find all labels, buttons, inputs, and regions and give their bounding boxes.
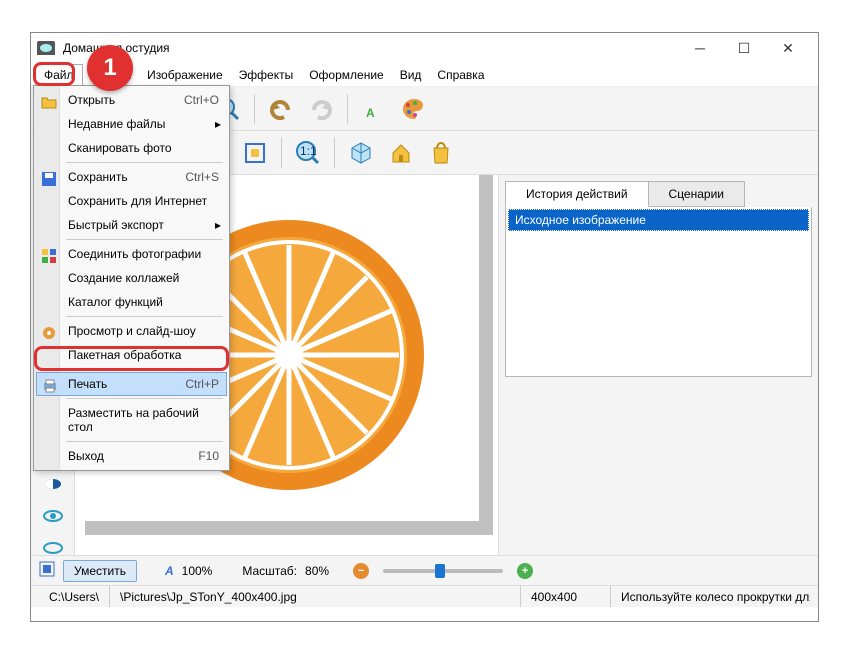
scale-value: 80% <box>305 564 329 578</box>
fit-button[interactable]: Уместить <box>63 560 137 582</box>
status-dimensions: 400x400 <box>520 586 610 607</box>
menu-join[interactable]: Соединить фотографии <box>36 242 227 266</box>
menu-print[interactable]: ПечатьCtrl+P <box>36 372 227 396</box>
menu-slideshow[interactable]: Просмотр и слайд-шоу <box>36 319 227 343</box>
annotation-badge-1: 1 <box>87 45 133 91</box>
statusbar-zoom: Уместить A 100% Масштаб: 80% − + <box>31 555 818 585</box>
cube-button[interactable] <box>343 135 379 171</box>
menu-batch[interactable]: Пакетная обработка <box>36 343 227 367</box>
grid-icon <box>40 247 58 265</box>
menu-catalog[interactable]: Каталог функций <box>36 290 227 314</box>
statusbar-info: C:\Users\ \Pictures\Jp_STonY_400x400.jpg… <box>31 585 818 607</box>
history-item-original[interactable]: Исходное изображение <box>508 209 809 231</box>
zoom-slider[interactable] <box>383 569 503 573</box>
minimize-button[interactable]: ─ <box>678 34 722 62</box>
contrast-tool[interactable] <box>39 477 67 491</box>
menu-design[interactable]: Оформление <box>301 65 391 85</box>
tab-scenarios[interactable]: Сценарии <box>649 181 745 207</box>
svg-text:1:1: 1:1 <box>300 144 317 158</box>
zoom-text-value: 100% <box>182 564 213 578</box>
fit-screen-button[interactable] <box>237 135 273 171</box>
folder-icon <box>40 93 58 111</box>
menu-save[interactable]: СохранитьCtrl+S <box>36 165 227 189</box>
gear-icon <box>40 324 58 342</box>
printer-icon <box>41 377 59 395</box>
menu-view[interactable]: Вид <box>392 65 430 85</box>
window-title: Домашняя остудия <box>39 41 678 55</box>
eye-tool[interactable] <box>39 509 67 523</box>
status-hint: Используйте колесо прокрутки для <box>610 586 810 607</box>
close-button[interactable]: ✕ <box>766 34 810 62</box>
text-button[interactable]: A <box>356 91 392 127</box>
menu-exit[interactable]: ВыходF10 <box>36 444 227 468</box>
menubar: Файл Правка Изображение Эффекты Оформлен… <box>31 63 818 87</box>
zoom-in-button[interactable]: + <box>517 563 533 579</box>
svg-text:A: A <box>366 106 375 120</box>
zoom-slider-thumb[interactable] <box>435 564 445 578</box>
file-menu-dropdown: ОткрытьCtrl+O Недавние файлы▸ Сканироват… <box>33 85 230 471</box>
undo-button[interactable] <box>263 91 299 127</box>
shop-button[interactable] <box>423 135 459 171</box>
status-path-user: C:\Users\ <box>39 586 109 607</box>
home-button[interactable] <box>383 135 419 171</box>
palette-button[interactable] <box>396 91 432 127</box>
menu-file[interactable]: Файл <box>35 64 83 85</box>
fit-page-icon <box>39 561 55 580</box>
menu-image[interactable]: Изображение <box>139 65 231 85</box>
menu-help[interactable]: Справка <box>429 65 492 85</box>
menu-effects[interactable]: Эффекты <box>231 65 302 85</box>
scale-label: Масштаб: <box>242 564 297 578</box>
menu-scan[interactable]: Сканировать фото <box>36 136 227 160</box>
status-path-file: \Pictures\Jp_STonY_400x400.jpg <box>109 586 520 607</box>
menu-save-web[interactable]: Сохранить для Интернет <box>36 189 227 213</box>
titlebar: Домашняя остудия ─ ☐ ✕ <box>31 33 818 63</box>
maximize-button[interactable]: ☐ <box>722 34 766 62</box>
actual-size-button[interactable]: 1:1 <box>290 135 326 171</box>
text-a-icon: A <box>165 564 174 578</box>
right-tabs: История действий Сценарии <box>505 181 812 207</box>
right-panel: История действий Сценарии Исходное изобр… <box>498 175 818 555</box>
app-icon <box>37 41 55 55</box>
menu-collage[interactable]: Создание коллажей <box>36 266 227 290</box>
redo-button[interactable] <box>303 91 339 127</box>
save-icon <box>40 170 58 188</box>
menu-wallpaper[interactable]: Разместить на рабочий стол <box>36 401 227 439</box>
history-list: Исходное изображение <box>505 207 812 377</box>
zoom-out-button[interactable]: − <box>353 563 369 579</box>
ellipse-tool[interactable] <box>39 541 67 555</box>
menu-open[interactable]: ОткрытьCtrl+O <box>36 88 227 112</box>
menu-quick-export[interactable]: Быстрый экспорт▸ <box>36 213 227 237</box>
menu-recent[interactable]: Недавние файлы▸ <box>36 112 227 136</box>
tab-history[interactable]: История действий <box>505 181 649 207</box>
